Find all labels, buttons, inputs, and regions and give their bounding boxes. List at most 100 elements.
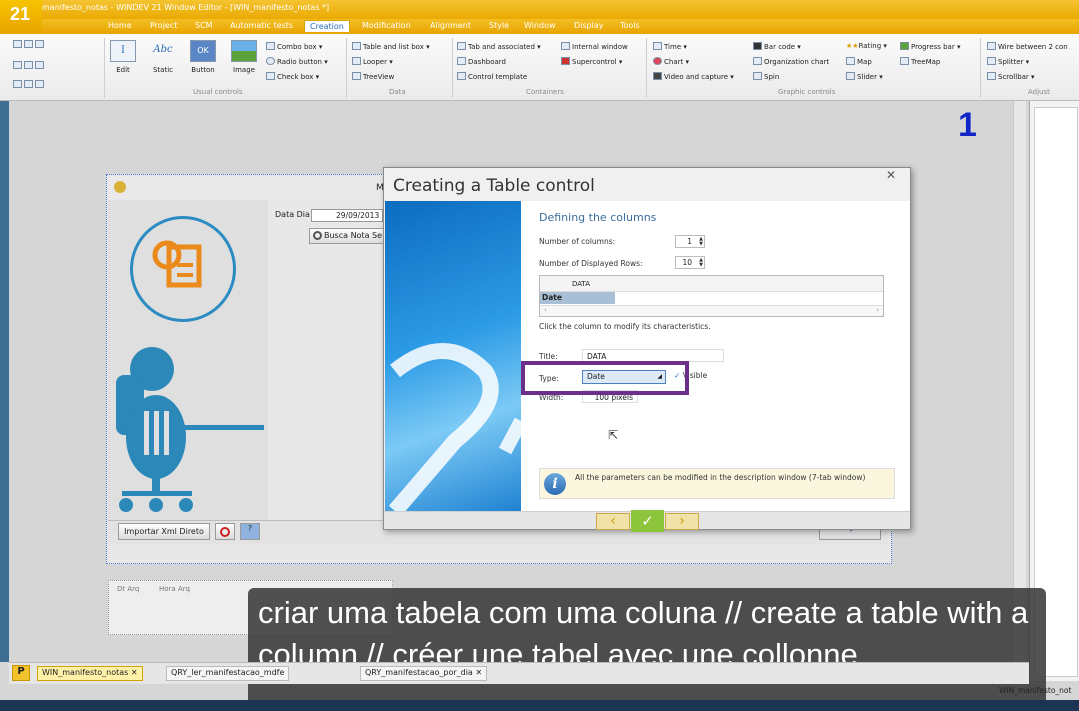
data-dia-field[interactable]: 29/09/2013 [311,209,383,222]
left-panel-strip [0,101,9,662]
tab-associated-item[interactable]: Tab and associated ▾ [457,42,541,51]
button-control-button[interactable]: OK Button [186,40,220,74]
check-box-item[interactable]: Check box ▾ [266,72,319,81]
treeview-item[interactable]: TreeView [352,72,394,81]
tab-qry-ler-manifestacao[interactable]: QRY_ler_manifestacao_mdfe [166,666,290,681]
edit-icon: I [110,40,136,62]
rating-item[interactable]: ★★Rating ▾ [846,42,887,50]
menu-style[interactable]: Style [489,21,509,30]
grid-column-header[interactable]: DATA [572,280,590,288]
map-item[interactable]: Map [846,57,872,66]
menu-alignment[interactable]: Alignment [430,21,471,30]
group-usual-controls: Usual controls [193,88,243,96]
wire-item[interactable]: Wire between 2 con [987,42,1068,51]
validate-button[interactable]: ✓ [631,510,664,532]
control-template-item[interactable]: Control template [457,72,527,81]
window-app-icon [114,181,126,193]
table-list-box-item[interactable]: Table and list box ▾ [352,42,430,51]
document-tab-bar [9,662,1029,684]
image-control-button[interactable]: Image [228,40,260,74]
subtitle-caption: criar uma tabela com uma coluna // creat… [248,588,1046,711]
group-data: Data [389,88,406,96]
menu-scm[interactable]: SCM [195,21,213,30]
num-rows-spin[interactable]: 10 ▲ ▼ [675,256,705,269]
column-hora-arq: Hora Arq [159,585,190,593]
looper-item[interactable]: Looper ▾ [352,57,393,66]
search-document-icon [130,216,236,322]
info-text: All the parameters can be modified in th… [575,473,866,482]
type-highlight-box [521,361,689,395]
progress-bar-item[interactable]: Progress bar ▾ [900,42,960,51]
user-chair-icon [116,347,264,512]
splitter-item[interactable]: Splitter ▾ [987,57,1029,66]
edit-control-button[interactable]: I Edit [108,40,138,74]
mouse-cursor-icon: ⇱ [608,428,619,442]
bar-code-item[interactable]: Bar code ▾ [753,42,801,51]
busca-nota-button[interactable]: Busca Nota Se [309,228,385,244]
menu-display[interactable]: Display [574,21,604,30]
workspace-scrollbar[interactable] [1013,101,1026,662]
wizard-banner-image [385,201,521,511]
next-button[interactable]: › [665,513,699,530]
menu-modification[interactable]: Modification [362,21,411,30]
chart-item[interactable]: Chart ▾ [653,57,689,66]
step-number: 1 [958,106,977,144]
new-file-icon[interactable] [13,40,46,49]
menu-creation[interactable]: Creation [304,20,350,32]
info-icon: i [544,473,566,495]
grid-column-row[interactable]: Date [540,292,615,304]
combo-box-item[interactable]: Combo box ▾ [266,42,322,51]
importar-xml-button[interactable]: Importar Xml Direto [118,523,210,540]
magnifier-icon [313,231,322,240]
video-capture-item[interactable]: Video and capture ▾ [653,72,734,81]
num-columns-spin[interactable]: 1 ▲ ▼ [675,235,705,248]
menu-home[interactable]: Home [108,21,132,30]
time-item[interactable]: Time ▾ [653,42,687,51]
menu-automatic-tests[interactable]: Automatic tests [230,21,293,30]
wizard-heading: Defining the columns [539,211,657,224]
organization-chart-item[interactable]: Organization chart [753,57,829,66]
dialog-title: Creating a Table control [393,176,595,196]
supercontrol-item[interactable]: Supercontrol ▾ [561,57,622,66]
undo-redo-icon[interactable] [13,80,46,89]
close-icon[interactable]: ✕ [886,168,896,182]
cancel-icon[interactable] [215,523,235,540]
ok-button-icon: OK [190,40,216,62]
treemap-item[interactable]: TreeMap [900,57,940,66]
previous-button[interactable]: ‹ [596,513,630,530]
dashboard-item[interactable]: Dashboard [457,57,506,66]
windev-logo: 21 [0,0,42,38]
scrollbar-item[interactable]: Scrollbar ▾ [987,72,1035,81]
window-title: manifesto_notas - WINDEV 21 Window Edito… [42,3,330,12]
num-rows-label: Number of Displayed Rows: [539,259,643,268]
tab-qry-manifestacao-por-dia[interactable]: QRY_manifestacao_por_dia ✕ [360,666,488,681]
menu-bar: Home Project SCM Automatic tests Creatio… [42,19,1079,34]
menu-window[interactable]: Window [524,21,556,30]
radio-button-item[interactable]: Radio button ▾ [266,57,328,66]
image-icon [231,40,257,62]
os-taskbar [0,700,1079,711]
group-containers: Containers [526,88,564,96]
menu-project[interactable]: Project [150,21,177,30]
menu-tools[interactable]: Tools [620,21,640,30]
num-columns-label: Number of columns: [539,237,616,246]
tab-win-manifesto-notas[interactable]: WIN_manifesto_notas ✕ [37,666,143,681]
go-run-icon[interactable] [13,61,46,70]
status-window-name: WIN_manifesto_not [999,686,1072,695]
static-icon: Abc [153,44,173,55]
slider-item[interactable]: Slider ▾ [846,72,883,81]
title-label: Title: [539,352,558,361]
close-icon[interactable]: ✕ [131,668,138,677]
column-hint: Click the column to modify its character… [539,322,711,331]
internal-window-item[interactable]: Internal window [561,42,628,51]
static-control-button[interactable]: Abc Static [146,40,180,74]
spin-item[interactable]: Spin [753,72,779,81]
group-adjust: Adjust [1028,88,1050,96]
close-icon[interactable]: ✕ [475,668,482,677]
columns-grid[interactable]: DATA Date ‹ › [539,275,884,317]
data-dia-label: Data Dia [275,210,310,219]
project-icon[interactable]: P [12,665,30,681]
grid-hscrollbar[interactable]: ‹ › [540,305,883,316]
group-graphic-controls: Graphic controls [778,88,836,96]
help-icon[interactable]: ? [240,523,260,540]
